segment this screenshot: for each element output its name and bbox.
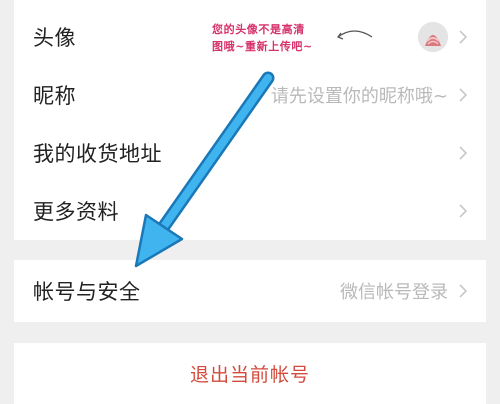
- chevron-right-icon: [459, 88, 468, 102]
- more-info-row[interactable]: 更多资料: [14, 182, 486, 240]
- account-security-label: 帐号与安全: [33, 280, 141, 304]
- nickname-row[interactable]: 昵称 请先设置你的昵称哦~: [14, 66, 486, 124]
- chevron-right-icon: [459, 146, 468, 160]
- account-security-card: 帐号与安全 微信帐号登录: [14, 260, 486, 322]
- nickname-placeholder: 请先设置你的昵称哦~: [270, 86, 448, 107]
- login-method-value: 微信帐号登录: [340, 282, 448, 303]
- hint-swoosh-icon: [336, 30, 373, 40]
- avatar[interactable]: [418, 22, 448, 52]
- avatar-hint-line2: 图哦~重新上传吧~: [212, 40, 313, 53]
- nickname-label: 昵称: [33, 84, 76, 108]
- logout-card: 退出当前帐号: [14, 343, 486, 404]
- profile-settings-card: 头像 您的头像不是高清 图哦~重新上传吧~ 昵称 请先设置你的昵称哦~ 我的收货…: [14, 0, 486, 240]
- avatar-hint-line1: 您的头像不是高清: [212, 23, 305, 36]
- chevron-right-icon: [459, 284, 468, 298]
- avatar-hint: 您的头像不是高清 图哦~重新上传吧~: [212, 21, 342, 55]
- chevron-right-icon: [459, 30, 468, 44]
- more-info-label: 更多资料: [33, 200, 119, 224]
- avatar-icon: [418, 22, 448, 52]
- logout-button[interactable]: 退出当前帐号: [14, 343, 486, 404]
- avatar-label: 头像: [33, 26, 76, 50]
- chevron-right-icon: [459, 204, 468, 218]
- address-row[interactable]: 我的收货地址: [14, 124, 486, 182]
- account-security-row[interactable]: 帐号与安全 微信帐号登录: [14, 262, 486, 320]
- address-label: 我的收货地址: [33, 142, 162, 166]
